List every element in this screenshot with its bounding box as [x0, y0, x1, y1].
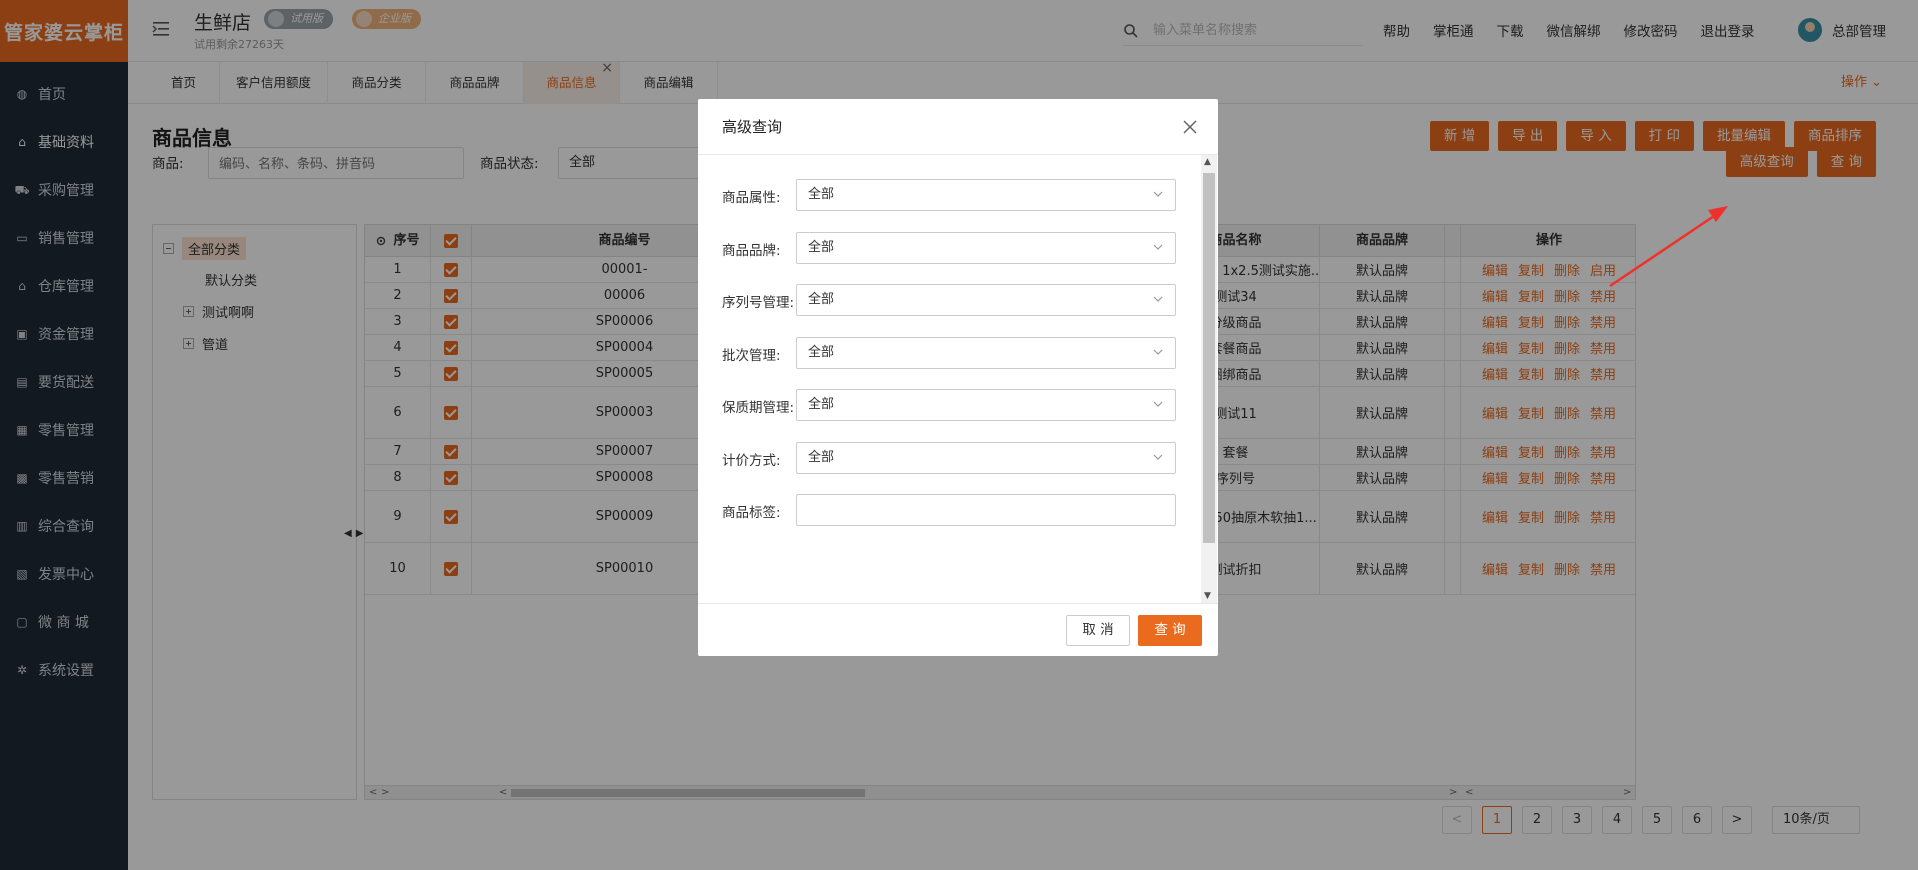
dialog-query-button[interactable]: 查 询: [1138, 615, 1202, 646]
close-icon[interactable]: [1182, 119, 1198, 135]
advanced-query-dialog: 高级查询 ▲ ▼ 商品属性: 全部 商品品牌: 全部 序列号管理: 全部 批次管理: 全部 保质…: [698, 99, 1218, 656]
query-field-input[interactable]: [796, 494, 1176, 526]
chevron-down-icon: [1153, 191, 1163, 197]
query-field-select[interactable]: 全部: [796, 231, 1176, 264]
query-field-value: 全部: [808, 187, 835, 202]
query-field-value: 全部: [808, 449, 835, 465]
query-field-5: 计价方式: 全部: [722, 441, 1182, 474]
query-field-value: 全部: [808, 239, 835, 255]
query-field-label: 保质期管理:: [722, 400, 795, 416]
dialog-header: 高级查询: [698, 99, 1218, 155]
query-field-4: 保质期管理: 全部: [722, 389, 1182, 421]
query-field-select[interactable]: 全部: [796, 389, 1176, 421]
query-field-value: 全部: [808, 292, 835, 307]
query-field-label: 商品标签:: [722, 505, 781, 521]
query-field-value: 全部: [808, 344, 835, 360]
dialog-footer: 取 消 查 询: [698, 603, 1218, 656]
query-field-3: 批次管理: 全部: [722, 336, 1182, 369]
query-field-2: 序列号管理: 全部: [722, 284, 1182, 316]
chevron-down-icon: [1153, 296, 1163, 302]
chevron-down-icon: [1153, 401, 1163, 407]
cancel-button[interactable]: 取 消: [1066, 615, 1130, 646]
scrollbar-thumb[interactable]: [1203, 173, 1215, 543]
scroll-down-icon[interactable]: ▼: [1204, 591, 1211, 601]
query-field-select[interactable]: 全部: [796, 179, 1176, 211]
query-field-label: 计价方式:: [722, 452, 781, 469]
query-field-1: 商品品牌: 全部: [722, 231, 1182, 264]
query-field-0: 商品属性: 全部: [722, 179, 1182, 211]
query-field-label: 批次管理:: [722, 347, 781, 364]
chevron-down-icon: [1153, 244, 1163, 250]
query-field-label: 商品品牌:: [722, 242, 781, 259]
scroll-up-icon[interactable]: ▲: [1204, 157, 1211, 167]
dialog-title: 高级查询: [722, 118, 783, 136]
query-field-label: 商品属性:: [722, 190, 781, 206]
chevron-down-icon: [1153, 349, 1163, 355]
dialog-body: ▲ ▼ 商品属性: 全部 商品品牌: 全部 序列号管理: 全部 批次管理: 全部 保质期管理: 全…: [698, 155, 1218, 603]
chevron-down-icon: [1153, 454, 1163, 460]
query-field-6: 商品标签:: [722, 494, 1182, 526]
query-field-select[interactable]: 全部: [796, 284, 1176, 316]
query-field-label: 序列号管理:: [722, 295, 795, 311]
query-field-select[interactable]: 全部: [796, 441, 1176, 474]
query-field-value: 全部: [808, 397, 835, 412]
vertical-scrollbar[interactable]: ▲ ▼: [1201, 155, 1217, 603]
query-field-select[interactable]: 全部: [796, 336, 1176, 369]
